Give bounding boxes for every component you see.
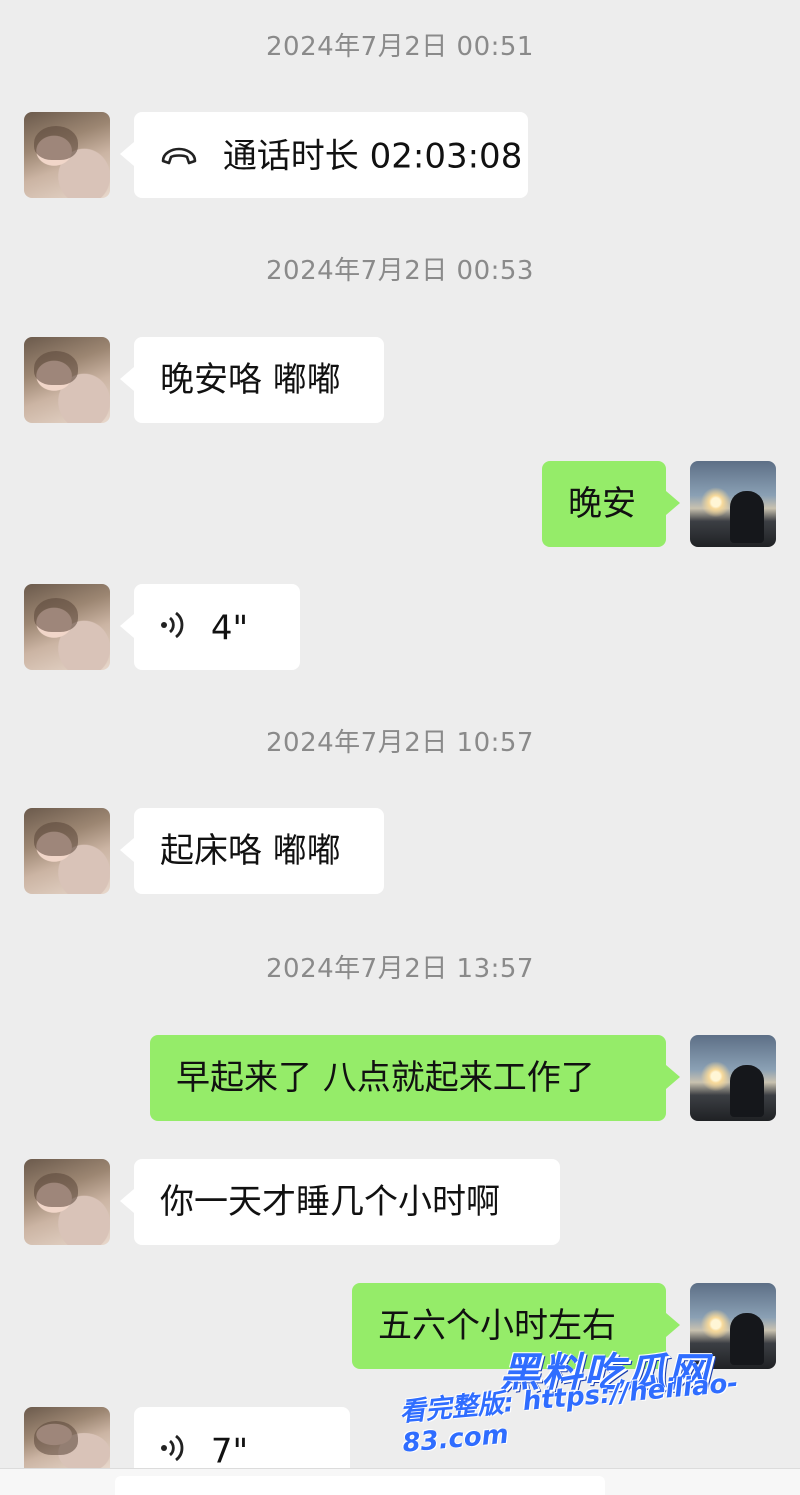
timestamp: 2024年7月2日 13:57 (266, 954, 534, 984)
call-duration-text: 通话时长 02:03:08 (222, 136, 523, 177)
contact-avatar[interactable] (24, 1159, 110, 1245)
contact-avatar[interactable] (24, 337, 110, 423)
call-record-bubble[interactable]: 通话时长 02:03:08 (120, 112, 528, 200)
message-text: 晚安咯 嘟嘟 (160, 360, 341, 400)
message-input[interactable] (115, 1476, 605, 1495)
my-avatar[interactable] (690, 1035, 776, 1121)
voice-duration: 4" (210, 608, 249, 649)
timestamp: 2024年7月2日 10:57 (266, 728, 534, 758)
contact-avatar[interactable] (24, 112, 110, 198)
message-bubble[interactable]: 晚安咯 嘟嘟 (120, 337, 384, 423)
contact-avatar[interactable] (24, 1407, 110, 1468)
phone-hangup-icon (160, 114, 198, 200)
message-text: 早起来了 八点就起来工作了 (176, 1058, 595, 1098)
voice-duration: 7" (210, 1431, 249, 1469)
message-bubble[interactable]: 你一天才睡几个小时啊 (120, 1159, 560, 1245)
voice-message-bubble[interactable]: 4" (120, 584, 300, 672)
message-bubble[interactable]: 早起来了 八点就起来工作了 (150, 1035, 680, 1121)
my-avatar[interactable] (690, 461, 776, 547)
contact-avatar[interactable] (24, 584, 110, 670)
voice-wave-icon (160, 586, 186, 672)
contact-avatar[interactable] (24, 808, 110, 894)
timestamp: 2024年7月2日 00:51 (266, 32, 534, 62)
message-text: 晚安 (568, 484, 636, 524)
message-text: 你一天才睡几个小时啊 (160, 1182, 500, 1222)
timestamp: 2024年7月2日 00:53 (266, 256, 534, 286)
voice-wave-icon (160, 1409, 186, 1469)
message-text: 起床咯 嘟嘟 (160, 831, 341, 871)
chat-area[interactable]: 2024年7月2日 00:51 通话时长 02:03:08 2024年7月2日 … (0, 0, 800, 1495)
voice-message-bubble[interactable]: 7" (134, 1407, 350, 1468)
message-bubble[interactable]: 晚安 (542, 461, 680, 547)
message-bubble[interactable]: 起床咯 嘟嘟 (120, 808, 384, 894)
